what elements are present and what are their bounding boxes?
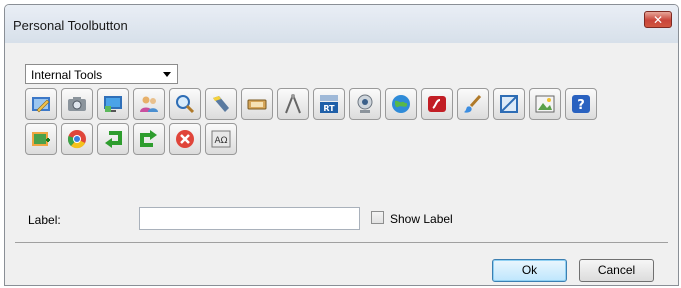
tool-flash[interactable] [421, 88, 453, 120]
tool-globe[interactable] [385, 88, 417, 120]
chevron-down-icon [163, 72, 171, 77]
paint-brush-tool-icon [464, 94, 482, 113]
svg-text:?: ? [577, 98, 585, 113]
rt-tool-icon: RT [320, 95, 338, 113]
text-tool-glyph: AΩ [214, 136, 227, 146]
tool-image[interactable] [529, 88, 561, 120]
users-tool-icon [140, 96, 158, 112]
magnifier-tool-icon [176, 95, 195, 114]
tool-paint-brush[interactable] [457, 88, 489, 120]
desktop-tool-icon [104, 96, 122, 112]
tool-magnifier[interactable] [169, 88, 201, 120]
camera-tool-icon [68, 97, 86, 111]
tool-category-dropdown[interactable]: Internal Tools [25, 64, 178, 84]
tool-compass[interactable] [277, 88, 309, 120]
compass-tool-icon [285, 94, 301, 114]
tool-rt[interactable]: RT [313, 88, 345, 120]
label-input[interactable] [139, 207, 360, 230]
webcam-tool-icon [357, 94, 373, 113]
dropdown-value: Internal Tools [31, 68, 103, 82]
redo-tool-icon [140, 130, 157, 147]
tool-flashlight[interactable] [205, 88, 237, 120]
undo-tool-icon [105, 131, 122, 148]
tool-redo[interactable] [133, 123, 165, 155]
text-tool-icon: AΩ [211, 130, 231, 148]
tool-text[interactable]: AΩ [205, 123, 237, 155]
label-caption: Label: [28, 213, 61, 227]
tool-help[interactable]: ? [565, 88, 597, 120]
close-icon: ✕ [652, 13, 664, 27]
tool-crop[interactable] [493, 88, 525, 120]
window-title: Personal Toolbutton [13, 18, 128, 33]
keyboard-tool-icon [247, 99, 267, 110]
dialog-content: Internal Tools RT ? AΩ Label: Show Label… [5, 43, 678, 285]
edit-tool-icon [32, 97, 50, 113]
tool-chrome[interactable] [61, 123, 93, 155]
show-label-text[interactable]: Show Label [390, 212, 453, 226]
flash-tool-icon [428, 96, 446, 112]
tool-close[interactable] [169, 123, 201, 155]
tool-add-image[interactable] [25, 123, 57, 155]
tool-camera[interactable] [61, 88, 93, 120]
add-image-tool-icon [32, 132, 50, 146]
close-tool-icon [176, 130, 194, 148]
tool-undo[interactable] [97, 123, 129, 155]
svg-text:RT: RT [323, 104, 335, 113]
ok-button[interactable]: Ok [492, 259, 567, 282]
tool-keyboard[interactable] [241, 88, 273, 120]
show-label-checkbox[interactable] [371, 211, 384, 224]
separator [15, 242, 668, 243]
personal-toolbutton-dialog: Personal Toolbutton ✕ Internal Tools RT … [4, 4, 679, 286]
help-tool-icon: ? [572, 95, 590, 113]
tool-webcam[interactable] [349, 88, 381, 120]
cancel-button[interactable]: Cancel [579, 259, 654, 282]
tool-users[interactable] [133, 88, 165, 120]
globe-tool-icon [392, 95, 410, 113]
flashlight-tool-icon [213, 96, 229, 112]
chrome-tool-icon [67, 130, 86, 149]
tool-edit[interactable] [25, 88, 57, 120]
close-button[interactable]: ✕ [644, 11, 672, 28]
title-bar[interactable]: Personal Toolbutton ✕ [5, 5, 678, 44]
tool-desktop[interactable] [97, 88, 129, 120]
crop-tool-icon [500, 95, 518, 113]
image-tool-icon [535, 95, 555, 113]
